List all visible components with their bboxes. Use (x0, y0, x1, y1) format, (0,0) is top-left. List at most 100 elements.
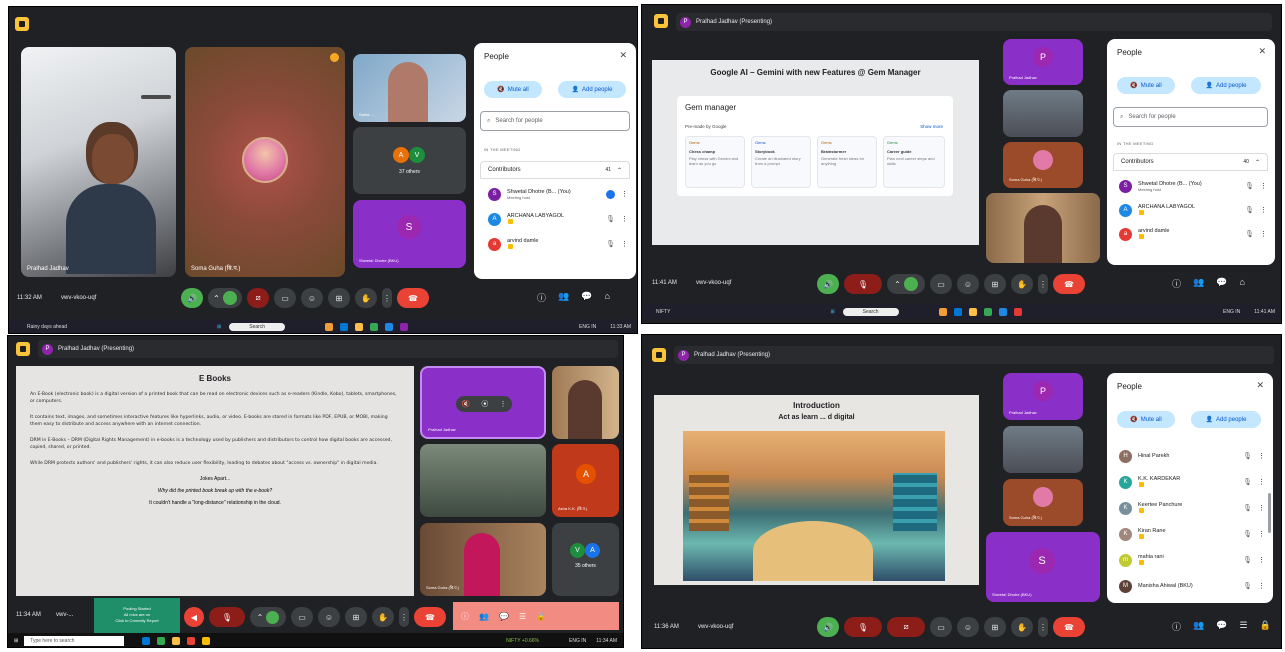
speaker-button[interactable]: 🔊 (817, 274, 839, 294)
lock-icon[interactable]: 🔒 (1260, 620, 1271, 633)
camera-options-button[interactable]: ⌃ (887, 274, 925, 294)
chat-icon[interactable]: 💬 (499, 612, 509, 621)
participant-row[interactable]: S Shwetal Dhotre (B... (You) Meeting host… (488, 183, 628, 205)
leave-call-button[interactable]: ☎ (1053, 617, 1085, 637)
add-people-button[interactable]: 👤 Add people (558, 81, 626, 98)
gem-card[interactable]: Gems Storybook Create an illustrated story… (751, 136, 811, 188)
app-icon[interactable] (983, 307, 992, 316)
clock[interactable]: 11:41 AM (1254, 309, 1275, 315)
app-icon[interactable] (172, 636, 181, 645)
close-icon[interactable]: ✕ (1256, 380, 1264, 391)
emoji-button[interactable]: ☺ (957, 617, 979, 637)
emoji-button[interactable]: ☺ (301, 288, 323, 308)
video-tile-pralhad[interactable]: Pralhad Jadhav (21, 47, 176, 277)
mic-options-button[interactable]: ⌃ (208, 288, 242, 308)
app-icon[interactable] (340, 322, 349, 331)
leave-call-button[interactable]: ☎ (414, 607, 446, 627)
present-button[interactable]: ⊞ (345, 607, 367, 627)
pin-icon[interactable]: ⦿ (481, 399, 488, 409)
close-icon[interactable]: ✕ (1258, 46, 1266, 57)
app-icon[interactable] (400, 322, 409, 331)
captions-button[interactable]: ▭ (930, 617, 952, 637)
app-icon[interactable] (202, 636, 211, 645)
info-icon[interactable]: ⓘ (537, 291, 546, 304)
language-indicator[interactable]: ENG IN (569, 638, 586, 644)
app-icon[interactable] (370, 322, 379, 331)
app-icon[interactable] (157, 636, 166, 645)
video-tile-speaker[interactable] (552, 366, 619, 439)
participant-row[interactable]: a arvind damle 🎙 ⋮ (488, 233, 628, 255)
tile-others[interactable]: V A 35 others (552, 523, 619, 596)
presenting-bar[interactable]: P Pralhad Jadhav (Presenting) (674, 346, 1274, 364)
weather-widget[interactable]: Rainy days ahead (27, 324, 67, 330)
video-tile-classroom[interactable] (1003, 426, 1083, 473)
more-options-button[interactable]: ⋮ (399, 607, 409, 627)
more-options-icon[interactable]: ⋮ (499, 400, 506, 408)
show-more-link[interactable]: Show more (920, 124, 943, 129)
more-options-icon[interactable]: ⋮ (621, 190, 628, 198)
emoji-button[interactable]: ☺ (318, 607, 340, 627)
people-icon[interactable]: 👥 (1193, 620, 1204, 633)
info-icon[interactable]: ⓘ (1172, 277, 1181, 290)
participant-row[interactable]: M Manisha Ahiwal (BKU) 🎙 ⋮ (1119, 575, 1265, 597)
present-button[interactable]: ⊞ (328, 288, 350, 308)
participant-row[interactable]: H Hinal Parekh 🎙 ⋮ (1119, 445, 1265, 467)
windows-start-icon[interactable]: ⊞ (830, 309, 834, 315)
more-options-icon[interactable]: ⋮ (1258, 530, 1265, 538)
camera-button[interactable]: ⧄ (247, 288, 269, 308)
presenting-bar[interactable]: P Pralhad Jadhav (Presenting) (38, 340, 618, 358)
participant-row[interactable]: K K.K. KARDEKAR 🎙 ⋮ (1119, 471, 1265, 493)
language-indicator[interactable]: ENG IN (579, 324, 596, 330)
search-input[interactable]: ⌕ Search for people (1113, 107, 1268, 127)
gem-card[interactable]: Gems Chess champ Play chess with Gemini an… (685, 136, 745, 188)
contributors-header[interactable]: Contributors 41 ⌃ (480, 161, 630, 179)
mute-all-button[interactable]: 🔇 Mute all (1117, 411, 1175, 428)
mic-button[interactable]: 🎙 (209, 607, 245, 627)
app-icon[interactable] (187, 636, 196, 645)
activities-icon[interactable]: ⌂ (1239, 277, 1244, 290)
captions-button[interactable]: ▭ (291, 607, 313, 627)
app-icon[interactable] (998, 307, 1007, 316)
info-icon[interactable]: ⓘ (461, 611, 469, 622)
people-icon[interactable]: 👥 (1193, 277, 1204, 290)
stock-ticker[interactable]: NIFTY +0.66% (506, 638, 539, 644)
participant-row[interactable]: m mahia rani 🎙 ⋮ (1119, 549, 1265, 571)
leave-left-button[interactable]: ◀ (184, 607, 204, 627)
raise-hand-button[interactable]: ✋ (1011, 617, 1033, 637)
video-tile-shwetal[interactable]: S Shweta! Dhotre (BKU) (986, 532, 1100, 602)
speaker-button[interactable]: 🔊 (817, 617, 839, 637)
pin-icon[interactable] (330, 53, 339, 62)
taskbar-search[interactable]: Search (229, 322, 286, 331)
camera-options-button[interactable]: ⌃ (250, 607, 286, 627)
video-tile-soma[interactable]: Soma Guha (बि.प.) (185, 47, 345, 277)
participant-row[interactable]: A ARCHANA LABYAGOL 🎙 ⋮ (488, 208, 628, 230)
app-icon[interactable] (385, 322, 394, 331)
chat-icon[interactable]: 💬 (1216, 277, 1227, 290)
video-tile-pralhad[interactable]: P Pralhad Jadhav (1003, 39, 1083, 85)
mute-all-button[interactable]: 🔇 Mute all (1117, 77, 1175, 94)
raise-hand-button[interactable]: ✋ (355, 288, 377, 308)
taskbar-search[interactable]: Type here to search (24, 635, 125, 646)
presenting-bar[interactable]: P Pralhad Jadhav (Presenting) (676, 13, 1272, 31)
mute-all-button[interactable]: 🔇 Mute all (484, 81, 542, 98)
gem-card[interactable]: Gems Career guide Plan next career steps a… (883, 136, 945, 188)
camera-button[interactable]: ⧄ (887, 617, 925, 637)
windows-start-icon[interactable]: ⊞ (217, 324, 221, 330)
video-tile-soma[interactable]: Soma Guha (बि.प.) (420, 523, 546, 596)
raise-hand-button[interactable]: ✋ (372, 607, 394, 627)
close-icon[interactable]: ✕ (619, 50, 627, 61)
more-options-icon[interactable]: ⋮ (1258, 504, 1265, 512)
mic-button[interactable]: 🎙 (844, 274, 882, 294)
chat-icon[interactable]: 💬 (581, 291, 592, 304)
video-tile-asha[interactable]: A Asha K.K. (बि.प.) (552, 444, 619, 517)
gem-card[interactable]: Gems Brainstormer Generate fresh ideas for… (817, 136, 877, 188)
more-options-button[interactable]: ⋮ (382, 288, 392, 308)
people-icon[interactable]: 👥 (479, 612, 489, 621)
clock[interactable]: 11:34 AM (596, 638, 617, 644)
leave-call-button[interactable]: ☎ (1053, 274, 1085, 294)
more-options-icon[interactable]: ⋮ (1258, 582, 1265, 590)
more-options-icon[interactable]: ⋮ (1258, 452, 1265, 460)
people-icon[interactable]: 👥 (558, 291, 569, 304)
notification-toast[interactable]: Pooling Started All mics are on Click to… (94, 598, 180, 634)
more-options-button[interactable]: ⋮ (1038, 617, 1048, 637)
